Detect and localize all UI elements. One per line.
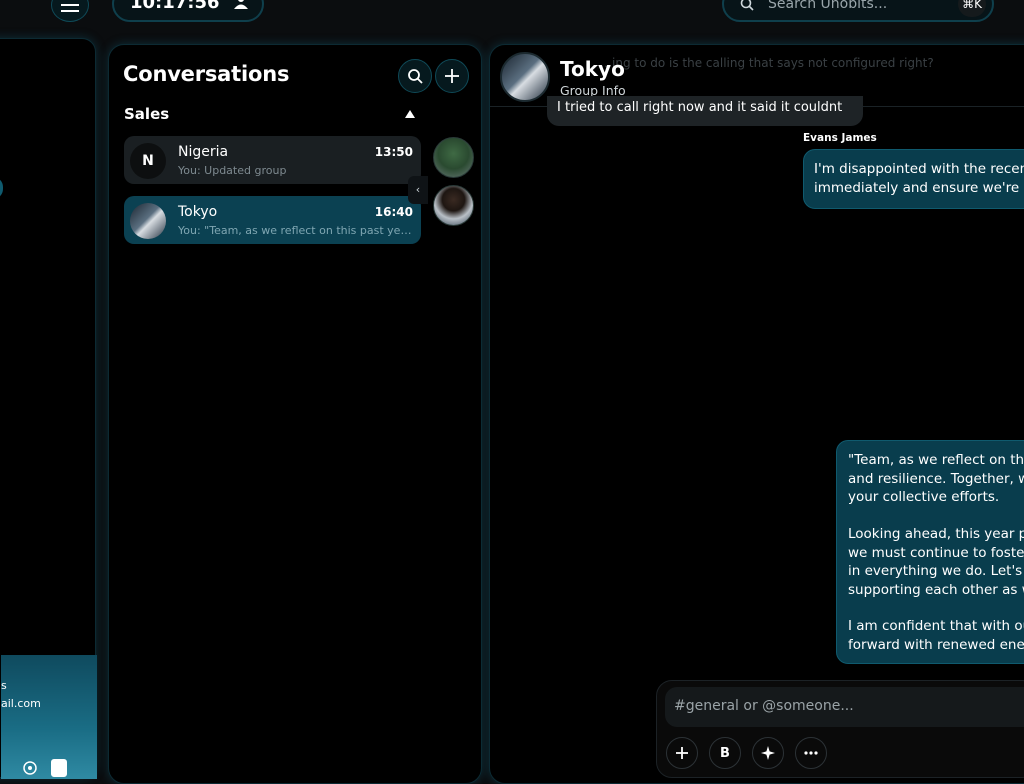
sidebar-active-indicator: [0, 177, 3, 199]
outgoing-message-paragraph: "Team, as we reflect on thi and resilien…: [848, 452, 1024, 505]
outgoing-message-paragraph: Looking ahead, this year p we must conti…: [848, 526, 1024, 598]
search-icon: [740, 0, 754, 11]
chat-avatar[interactable]: [500, 52, 550, 102]
incoming-message-bubble: I tried to call right now and it said it…: [547, 96, 863, 126]
conversations-title: Conversations: [123, 62, 290, 86]
ai-sparkle-button[interactable]: [752, 737, 784, 769]
group-label-sales[interactable]: Sales: [124, 105, 169, 123]
composer: #general or @someone... B: [656, 680, 1024, 778]
account-card[interactable]: s ail.com: [1, 655, 97, 779]
outgoing-message-paragraph: I am confident that with ou forward with…: [848, 618, 1024, 653]
clock-widget[interactable]: 10:17:56: [112, 0, 264, 22]
outgoing-message-bubble: I'm disappointed with the recen immediat…: [803, 149, 1024, 209]
search-shortcut-badge: ⌘K: [958, 0, 986, 17]
attach-button[interactable]: [666, 737, 698, 769]
conversation-time: 13:50: [374, 145, 413, 159]
new-conversation-button[interactable]: [435, 59, 469, 93]
search-bar[interactable]: Search Unobits... ⌘K: [722, 0, 994, 22]
account-fragment: s: [1, 679, 7, 692]
search-input[interactable]: Search Unobits...: [768, 0, 887, 12]
conversation-time: 16:40: [374, 205, 413, 219]
sparkle-icon: [761, 746, 775, 760]
menu-icon: [61, 4, 79, 12]
outgoing-message-text: I'm disappointed with the recen immediat…: [814, 161, 1024, 196]
conversation-name: Tokyo: [178, 204, 218, 220]
conversation-preview: You: "Team, as we reflect on this past y…: [178, 224, 414, 237]
incoming-message-text: I tried to call right now and it said it…: [557, 100, 843, 115]
conversation-name: Nigeria: [178, 144, 229, 160]
more-icon: [804, 751, 818, 755]
collapse-caret-icon[interactable]: [405, 110, 415, 118]
search-icon: [408, 69, 423, 84]
member-avatar[interactable]: [433, 185, 474, 226]
clock-time: 10:17:56: [130, 0, 220, 13]
message-input-placeholder: #general or @someone...: [674, 698, 854, 714]
more-options-button[interactable]: [795, 737, 827, 769]
chat-title[interactable]: Tokyo: [560, 57, 625, 81]
left-sidebar: s ail.com: [0, 38, 97, 779]
conversation-item-nigeria[interactable]: N Nigeria 13:50 You: Updated group: [124, 136, 421, 184]
conversation-preview: You: Updated group: [178, 164, 287, 177]
collapse-panel-toggle[interactable]: ‹: [408, 176, 428, 204]
copy-icon[interactable]: [51, 759, 67, 777]
bold-button[interactable]: B: [709, 737, 741, 769]
search-conversations-button[interactable]: [398, 59, 432, 93]
outgoing-message-bubble: "Team, as we reflect on thi and resilien…: [836, 440, 1024, 664]
settings-icon[interactable]: [21, 759, 39, 777]
account-email: ail.com: [1, 697, 41, 710]
avatar-group-photo: [130, 203, 166, 239]
sender-name: Evans James: [803, 132, 877, 144]
faded-message: …ing to do is the calling that says not …: [600, 56, 934, 70]
member-avatar[interactable]: [433, 137, 474, 178]
message-input[interactable]: #general or @someone...: [665, 687, 1024, 727]
conversation-item-tokyo[interactable]: Tokyo 16:40 You: "Team, as we reflect on…: [124, 196, 421, 244]
plus-icon: [445, 69, 459, 83]
plus-icon: [676, 747, 688, 759]
menu-button[interactable]: [51, 0, 89, 22]
user-icon: [234, 0, 248, 9]
avatar-initial: N: [130, 143, 166, 179]
